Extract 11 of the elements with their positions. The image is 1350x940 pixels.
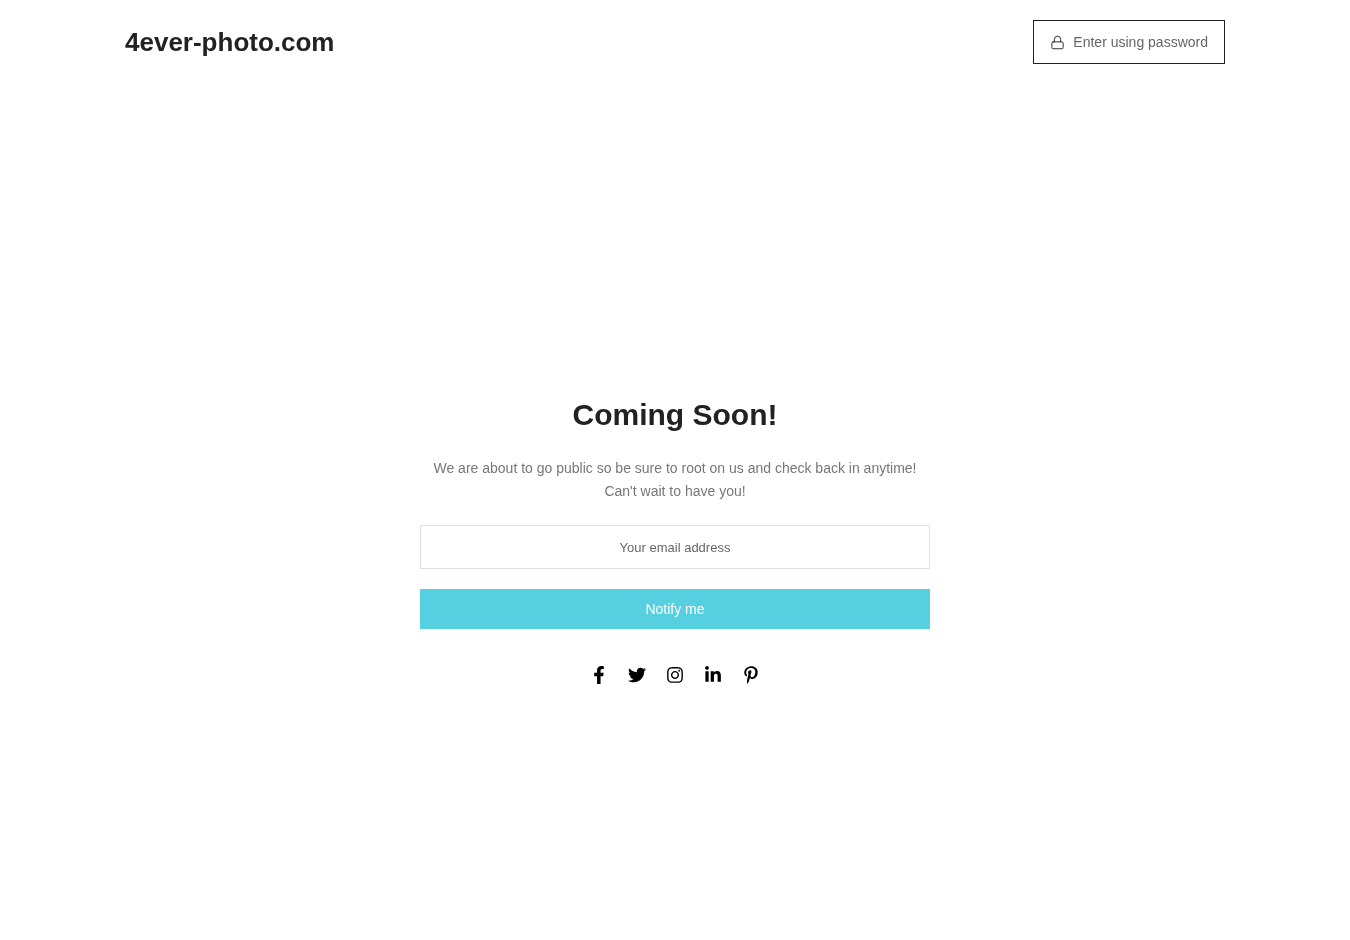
camera-icon[interactable] <box>666 666 684 684</box>
p-logo-icon[interactable] <box>742 666 760 684</box>
bird-icon[interactable] <box>628 666 646 684</box>
description-text: We are about to go public so be sure to root on us and check back in anytime! <box>433 459 917 478</box>
lock-icon <box>1050 34 1066 50</box>
description-text: Can't wait to have you! <box>604 482 746 501</box>
site-logo[interactable]: 4ever-photo.com <box>125 22 335 62</box>
in-logo-icon[interactable] <box>704 666 722 684</box>
password-button[interactable]: Enter using password <box>1033 20 1225 64</box>
email-field[interactable]: Your email address <box>420 525 930 569</box>
page-title: Coming Soon! <box>572 397 778 433</box>
